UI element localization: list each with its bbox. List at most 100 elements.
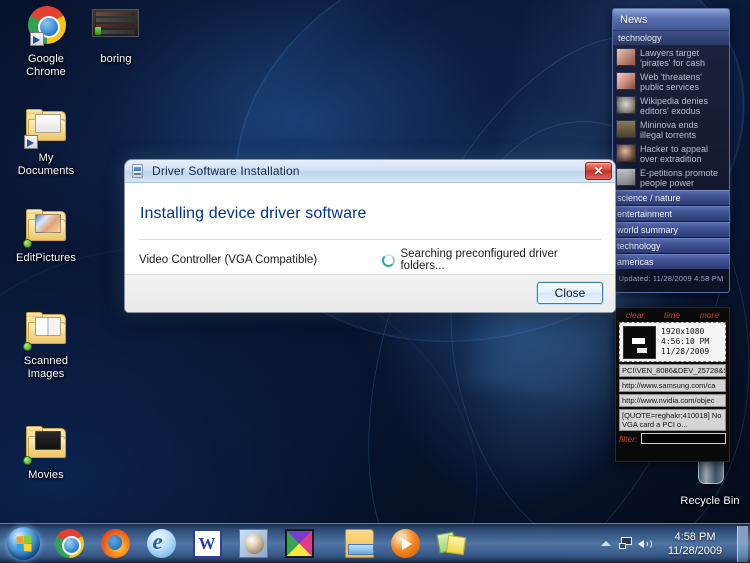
clipboard-time: 4:56:10 PM: [661, 337, 710, 346]
device-status-row: Video Controller (VGA Compatible) Search…: [139, 248, 601, 272]
desktop-icon-label: My Documents: [17, 152, 75, 177]
clipboard-filter: filter:: [619, 433, 726, 444]
dialog-titlebar[interactable]: Driver Software Installation ✕: [125, 160, 615, 183]
start-button[interactable]: [0, 525, 46, 563]
clock-time: 4:58 PM: [674, 530, 716, 543]
driver-software-installation-dialog[interactable]: Driver Software Installation ✕ Installin…: [125, 160, 615, 312]
system-tray[interactable]: 4:58 PM 11/28/2009: [596, 524, 750, 563]
news-category-americas[interactable]: americas: [613, 254, 729, 269]
news-gadget[interactable]: News technology Lawyers target 'pirates'…: [612, 8, 730, 293]
taskbar-item-google-chrome[interactable]: [46, 527, 92, 561]
desktop-icon-my-documents[interactable]: My Documents: [8, 105, 84, 178]
dialog-divider: [139, 239, 601, 240]
news-category-world-summary[interactable]: world summary: [613, 222, 729, 237]
news-headline-text: Hacker to appeal over extradition: [640, 144, 709, 164]
news-headline[interactable]: Hacker to appeal over extradition: [613, 142, 729, 166]
clipboard-clear-button[interactable]: clear: [626, 310, 644, 320]
paint-icon: [284, 529, 314, 558]
show-desktop-button[interactable]: [737, 525, 748, 562]
desktop-icon-label: Google Chrome: [26, 53, 66, 78]
desktop-icon-label: EditPictures: [16, 252, 76, 264]
folder-documents-icon: [22, 308, 70, 352]
dialog-title: Driver Software Installation: [152, 164, 300, 178]
news-headline[interactable]: E-petitions promote people power: [613, 166, 729, 190]
desktop-icon-boring[interactable]: boring: [78, 6, 154, 66]
clipboard-toolbar: clear time more: [616, 308, 729, 321]
taskbar[interactable]: 4:58 PM 11/28/2009: [0, 523, 750, 563]
clipboard-item[interactable]: http://www.nvidia.com/objec: [619, 394, 726, 407]
device-status: Searching preconfigured driver folders..…: [382, 248, 601, 272]
news-thumbnail: [616, 72, 636, 90]
news-category-technology[interactable]: technology: [613, 238, 729, 253]
firefox-icon: [100, 529, 130, 558]
device-name: Video Controller (VGA Compatible): [139, 254, 318, 266]
news-headline-text: Mininova ends illegal torrents: [640, 120, 699, 140]
taskbar-item-paint[interactable]: [276, 527, 322, 561]
taskbar-item-internet-explorer[interactable]: [138, 527, 184, 561]
clipboard-time-button[interactable]: time: [664, 310, 680, 320]
desktop-icon-google-chrome[interactable]: Google Chrome: [8, 6, 84, 79]
news-headline[interactable]: Wikipedia denies editors' exodus: [613, 94, 729, 118]
dialog-body: Installing device driver software Video …: [125, 183, 615, 312]
volume-button[interactable]: [636, 529, 656, 559]
taskbar-item-sticky-notes[interactable]: [428, 527, 474, 561]
internet-explorer-icon: [146, 529, 176, 558]
clipboard-preview-meta: 1920x1080 4:56:10 PM 11/28/2009: [661, 327, 709, 357]
window-thumbnail-icon: [92, 6, 140, 50]
news-thumbnail: [616, 96, 636, 114]
loading-spinner-icon: [382, 253, 396, 267]
news-headline[interactable]: Web 'threatens' public services: [613, 70, 729, 94]
clipboard-filter-label: filter:: [619, 433, 638, 444]
screenshot-thumbnail-icon: [623, 325, 656, 359]
chevron-up-icon: [601, 541, 611, 546]
word-icon: [192, 529, 222, 558]
news-headline-text: E-petitions promote people power: [640, 168, 719, 188]
close-icon: ✕: [593, 164, 604, 178]
news-headline-text: Web 'threatens' public services: [640, 72, 702, 92]
taskbar-item-microsoft-word[interactable]: [184, 527, 230, 561]
taskbar-item-mozilla-firefox[interactable]: [92, 527, 138, 561]
driver-icon: [130, 163, 146, 179]
desktop-icon-scanned-images[interactable]: Scanned Images: [8, 308, 84, 381]
clock[interactable]: 4:58 PM 11/28/2009: [656, 530, 734, 558]
news-thumbnail: [616, 168, 636, 186]
clipboard-gadget[interactable]: clear time more 1920x1080 4:56:10 PM 11/…: [615, 307, 730, 462]
network-status-button[interactable]: [616, 529, 636, 559]
dialog-footer: Close: [125, 274, 615, 312]
dialog-heading: Installing device driver software: [140, 205, 367, 222]
news-headline[interactable]: Mininova ends illegal torrents: [613, 118, 729, 142]
media-center-icon: [238, 529, 268, 558]
news-thumbnail: [616, 120, 636, 138]
clipboard-more-button[interactable]: more: [700, 310, 719, 320]
news-category-science-nature[interactable]: science / nature: [613, 190, 729, 205]
clipboard-item[interactable]: http://www.samsung.com/ca: [619, 379, 726, 392]
news-updated-timestamp: Updated: 11/28/2009 4:58 PM: [618, 273, 724, 283]
network-icon: [618, 537, 634, 550]
clipboard-item[interactable]: PCI\VEN_8086&DEV_25728&S: [619, 364, 726, 377]
news-category-entertainment[interactable]: entertainment: [613, 206, 729, 221]
folder-movies-icon: [22, 422, 70, 466]
show-hidden-icons-button[interactable]: [596, 529, 616, 559]
folder-icon: [22, 105, 70, 149]
clipboard-preview[interactable]: 1920x1080 4:56:10 PM 11/28/2009: [619, 322, 726, 362]
taskbar-item-windows-explorer[interactable]: [336, 527, 382, 561]
desktop-icon-label: Recycle Bin: [680, 495, 740, 507]
clock-date: 11/28/2009: [667, 544, 723, 557]
desktop-icon-movies[interactable]: Movies: [8, 422, 84, 482]
folder-icon: [344, 529, 374, 558]
close-button[interactable]: Close: [537, 282, 603, 304]
news-current-category[interactable]: technology: [613, 31, 729, 46]
news-headline[interactable]: Lawyers target 'pirates' for cash: [613, 46, 729, 70]
chrome-icon: [54, 529, 84, 558]
desktop[interactable]: Google Chrome boring My Documents EditPi…: [0, 0, 750, 563]
close-window-button[interactable]: ✕: [585, 162, 612, 180]
taskbar-item-windows-media-player[interactable]: [382, 527, 428, 561]
desktop-icon-edit-pictures[interactable]: EditPictures: [8, 205, 84, 265]
sticky-notes-icon: [437, 529, 466, 558]
folder-pictures-icon: [22, 205, 70, 249]
desktop-icon-label: Scanned Images: [23, 355, 69, 380]
clipboard-filter-input[interactable]: [641, 433, 726, 444]
taskbar-item-media-center[interactable]: [230, 527, 276, 561]
clipboard-item[interactable]: [QUOTE=reghakr;410018] No VGA card a PCI…: [619, 409, 726, 431]
news-headline-text: Wikipedia denies editors' exodus: [640, 96, 709, 116]
